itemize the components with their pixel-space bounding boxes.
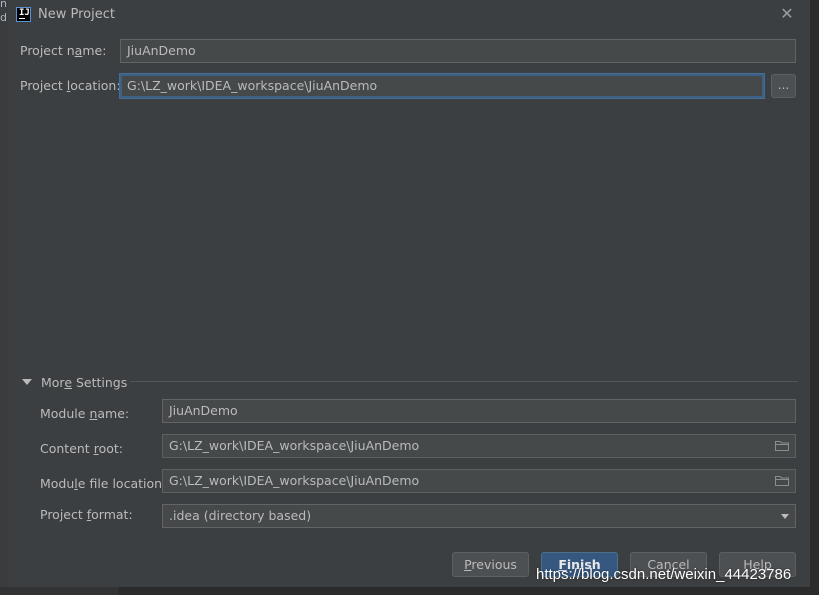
module-name-input[interactable]: JiuAnDemo — [162, 399, 796, 423]
collapse-triangle-icon — [22, 379, 32, 385]
content-root-label: Content root: — [40, 441, 123, 456]
module-name-label: Module name: — [40, 406, 130, 421]
content-root-input[interactable]: G:\LZ_work\IDEA_workspace\JiuAnDemo — [162, 434, 796, 458]
close-icon[interactable]: ✕ — [778, 5, 796, 23]
project-format-select[interactable]: .idea (directory based) — [162, 504, 796, 528]
folder-icon[interactable] — [775, 475, 789, 486]
background-char: n — [0, 0, 7, 10]
new-project-dialog: IJ New Project ✕ Project name: JiuAnDemo… — [8, 0, 811, 587]
project-location-input[interactable]: G:\LZ_work\IDEA_workspace\JiuAnDemo — [120, 74, 764, 98]
module-file-location-value: G:\LZ_work\IDEA_workspace\JiuAnDemo — [169, 473, 420, 488]
title-bar[interactable]: IJ New Project ✕ — [8, 0, 810, 30]
chevron-down-icon — [781, 514, 789, 519]
background-char: d — [0, 11, 7, 24]
project-name-input[interactable]: JiuAnDemo — [120, 39, 796, 63]
project-name-label: Project name: — [20, 43, 107, 58]
section-divider — [130, 381, 798, 382]
project-location-label: Project location: — [20, 78, 121, 93]
module-file-location-label: Module file location: — [40, 476, 167, 491]
dialog-title: New Project — [38, 7, 115, 22]
background-bottom-strip — [0, 587, 819, 595]
folder-icon[interactable] — [775, 440, 789, 451]
watermark-text: https://blog.csdn.net/weixin_44423786 — [536, 566, 792, 583]
browse-location-button[interactable]: ... — [771, 74, 796, 98]
project-format-value: .idea (directory based) — [169, 508, 312, 523]
module-file-location-input[interactable]: G:\LZ_work\IDEA_workspace\JiuAnDemo — [162, 469, 796, 493]
background-window-strip: n d — [0, 0, 8, 595]
previous-button[interactable]: Previous — [452, 552, 529, 577]
more-settings-label: More Settings — [41, 375, 128, 390]
intellij-app-icon: IJ — [16, 7, 31, 22]
project-format-label: Project format: — [40, 507, 133, 522]
content-root-value: G:\LZ_work\IDEA_workspace\JiuAnDemo — [169, 438, 420, 453]
